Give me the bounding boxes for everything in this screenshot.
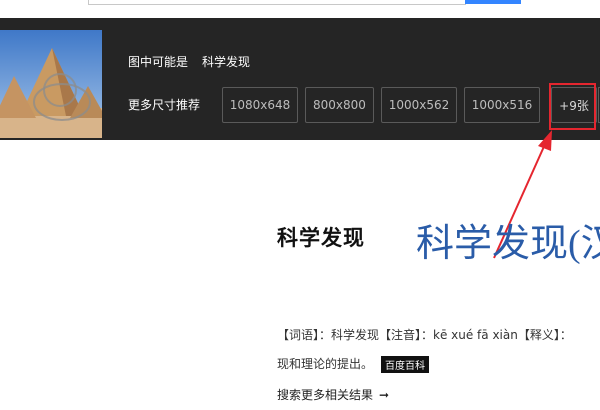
arrow-right-icon: ➞ — [379, 388, 390, 402]
size-button-1000x562[interactable]: 1000x562 — [381, 87, 457, 123]
size-button-1080x648[interactable]: 1080x648 — [222, 87, 298, 123]
more-results-label: 搜索更多相关结果 — [277, 388, 374, 402]
more-sizes-label: 更多尺寸推荐 — [128, 98, 201, 112]
top-bar — [0, 0, 600, 18]
size-button-1000x516[interactable]: 1000x516 — [464, 87, 540, 123]
red-highlight-box — [549, 83, 596, 130]
guess-value-link[interactable]: 科学发现 — [202, 53, 250, 70]
size-button-800x800[interactable]: 800x800 — [305, 87, 374, 123]
search-button[interactable] — [465, 0, 521, 4]
search-input[interactable] — [88, 0, 466, 5]
calligraphy-text: 科学发现 — [277, 225, 365, 250]
pyramid-thumbnail[interactable] — [0, 30, 102, 138]
definition-line-2: 现和理论的提出。 百度百科 — [277, 355, 430, 373]
definition-line-1: 【词语】：科学发现【注音】：kē xué fā xiàn【释义】： — [277, 328, 572, 342]
definition-text: 现和理论的提出。 — [277, 357, 374, 371]
more-results-link[interactable]: 搜索更多相关结果 ➞ — [277, 386, 389, 403]
baike-badge[interactable]: 百度百科 — [381, 356, 430, 373]
guess-label: 图中可能是 — [128, 55, 189, 69]
result-title[interactable]: 科学发现(汉 — [416, 212, 600, 267]
